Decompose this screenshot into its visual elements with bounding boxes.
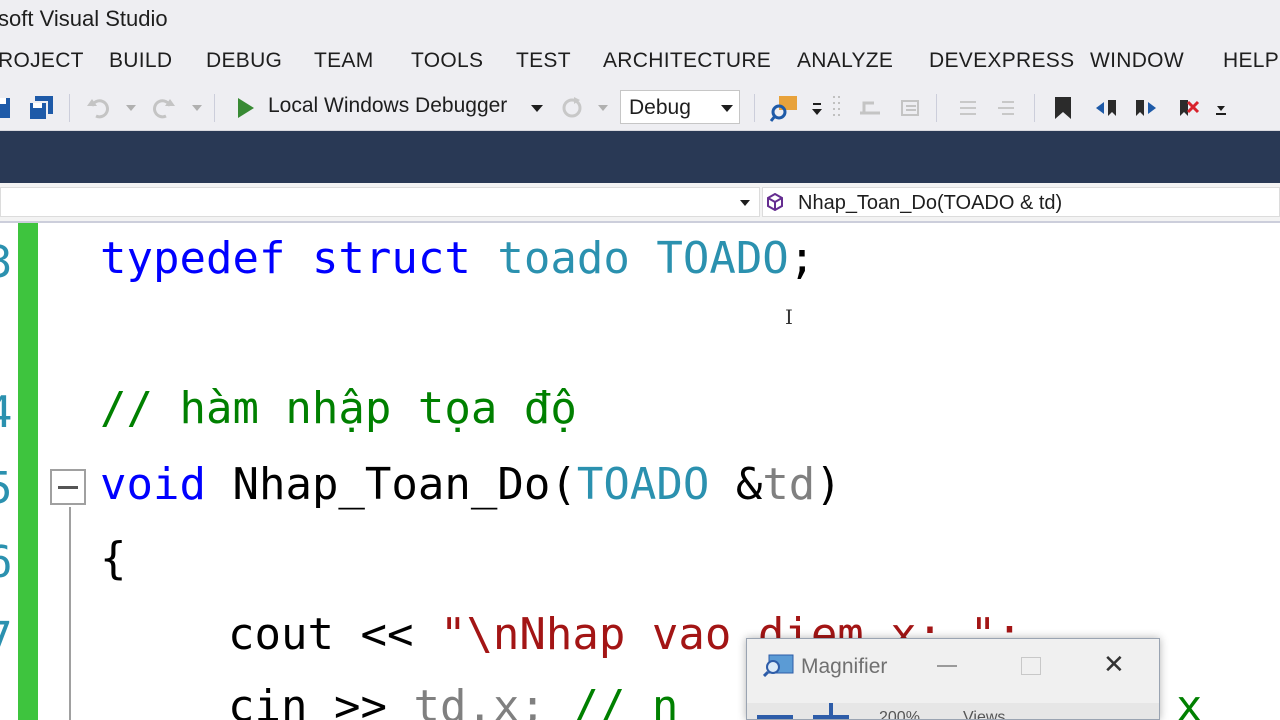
- method-icon: [766, 192, 784, 216]
- menu-debug[interactable]: DEBUG: [206, 49, 282, 73]
- member-name: Nhap_Toan_Do(TOADO & td): [798, 192, 1063, 214]
- menu-help[interactable]: HELP: [1223, 49, 1279, 73]
- text-cursor-icon: I: [785, 305, 793, 329]
- minimize-icon[interactable]: [937, 665, 957, 667]
- toolbar-overflow-icon[interactable]: [1214, 92, 1228, 124]
- undo-dropdown-icon[interactable]: [124, 92, 138, 124]
- magnifier-title: Magnifier: [801, 655, 888, 678]
- code-line-comment: // hàm nhập tọa độ: [100, 383, 577, 434]
- next-bookmark-icon[interactable]: [1132, 92, 1160, 124]
- menu-window[interactable]: WINDOW: [1090, 49, 1184, 73]
- outline-guide: [69, 507, 71, 720]
- magnifier-window[interactable]: Magnifier ✕ 200% Views: [746, 638, 1160, 720]
- previous-bookmark-icon[interactable]: [1092, 92, 1120, 124]
- debugger-dropdown-icon[interactable]: [530, 92, 544, 124]
- find-dropdown-icon[interactable]: [810, 92, 824, 124]
- line-number: 3: [0, 237, 13, 288]
- menu-tools[interactable]: TOOLS: [411, 49, 483, 73]
- save-all-icon[interactable]: [26, 92, 56, 124]
- zoom-level: 200%: [879, 709, 920, 720]
- maximize-icon[interactable]: [1021, 657, 1041, 675]
- magnifier-toolbar: [747, 703, 1159, 719]
- menu-architecture[interactable]: ARCHITECTURE: [603, 49, 771, 73]
- refresh-dropdown-icon[interactable]: [596, 92, 610, 124]
- scope-dropdown[interactable]: [0, 187, 760, 217]
- line-number: 4: [0, 387, 13, 438]
- line-number: 5: [0, 463, 13, 514]
- code-line-typedef: typedef struct toado TOADO;: [100, 233, 816, 284]
- redo-dropdown-icon[interactable]: [190, 92, 204, 124]
- bookmark-icon[interactable]: [1052, 92, 1074, 124]
- chevron-down-icon: [721, 105, 733, 112]
- menu-devexpress[interactable]: DEVEXPRESS: [929, 49, 1074, 73]
- menu-test[interactable]: TEST: [516, 49, 571, 73]
- title-bar: soft Visual Studio: [0, 0, 1280, 36]
- find-icon[interactable]: [768, 92, 800, 124]
- menu-team[interactable]: TEAM: [314, 49, 374, 73]
- toolbar-grip-icon: [830, 92, 844, 124]
- step-icon[interactable]: [856, 92, 884, 124]
- code-line-cin: cin >> td.x; // n: [228, 681, 679, 720]
- document-tab-strip: [0, 131, 1280, 183]
- code-line-open-brace: {: [100, 533, 127, 584]
- debugger-label[interactable]: Local Windows Debugger: [268, 94, 507, 118]
- undo-icon[interactable]: [84, 92, 114, 124]
- redo-icon[interactable]: [148, 92, 178, 124]
- save-icon[interactable]: [0, 92, 14, 124]
- close-icon[interactable]: ✕: [1103, 649, 1125, 680]
- menu-bar: ROJECT BUILD DEBUG TEAM TOOLS TEST ARCHI…: [0, 36, 1280, 86]
- step-over-icon[interactable]: [896, 92, 924, 124]
- comment-icon[interactable]: [956, 92, 980, 124]
- code-comment-tail: x: [1176, 681, 1203, 720]
- zoom-out-icon[interactable]: [757, 715, 793, 719]
- start-debugging-icon[interactable]: [232, 92, 258, 124]
- uncomment-icon[interactable]: [994, 92, 1018, 124]
- collapse-outline-icon[interactable]: [50, 469, 86, 505]
- line-number: 7: [0, 613, 13, 664]
- menu-project[interactable]: ROJECT: [0, 49, 84, 73]
- clear-bookmarks-icon[interactable]: [1174, 92, 1202, 124]
- navigation-bar: Nhap_Toan_Do(TOADO & td): [0, 183, 1280, 223]
- views-menu[interactable]: Views: [963, 709, 1005, 719]
- configuration-value: Debug: [629, 96, 691, 119]
- menu-analyze[interactable]: ANALYZE: [797, 49, 893, 73]
- zoom-in-icon-vertical: [829, 703, 833, 719]
- window-title: soft Visual Studio: [0, 6, 168, 31]
- solution-configuration-select[interactable]: Debug: [620, 90, 740, 124]
- magnifier-icon: [762, 653, 795, 682]
- code-line-function-signature: void Nhap_Toan_Do(TOADO &td): [100, 459, 842, 510]
- refresh-icon[interactable]: [558, 92, 586, 124]
- line-number: 6: [0, 537, 13, 588]
- change-tracking-margin: [18, 223, 38, 720]
- chevron-down-icon[interactable]: [740, 200, 750, 206]
- menu-build[interactable]: BUILD: [109, 49, 172, 73]
